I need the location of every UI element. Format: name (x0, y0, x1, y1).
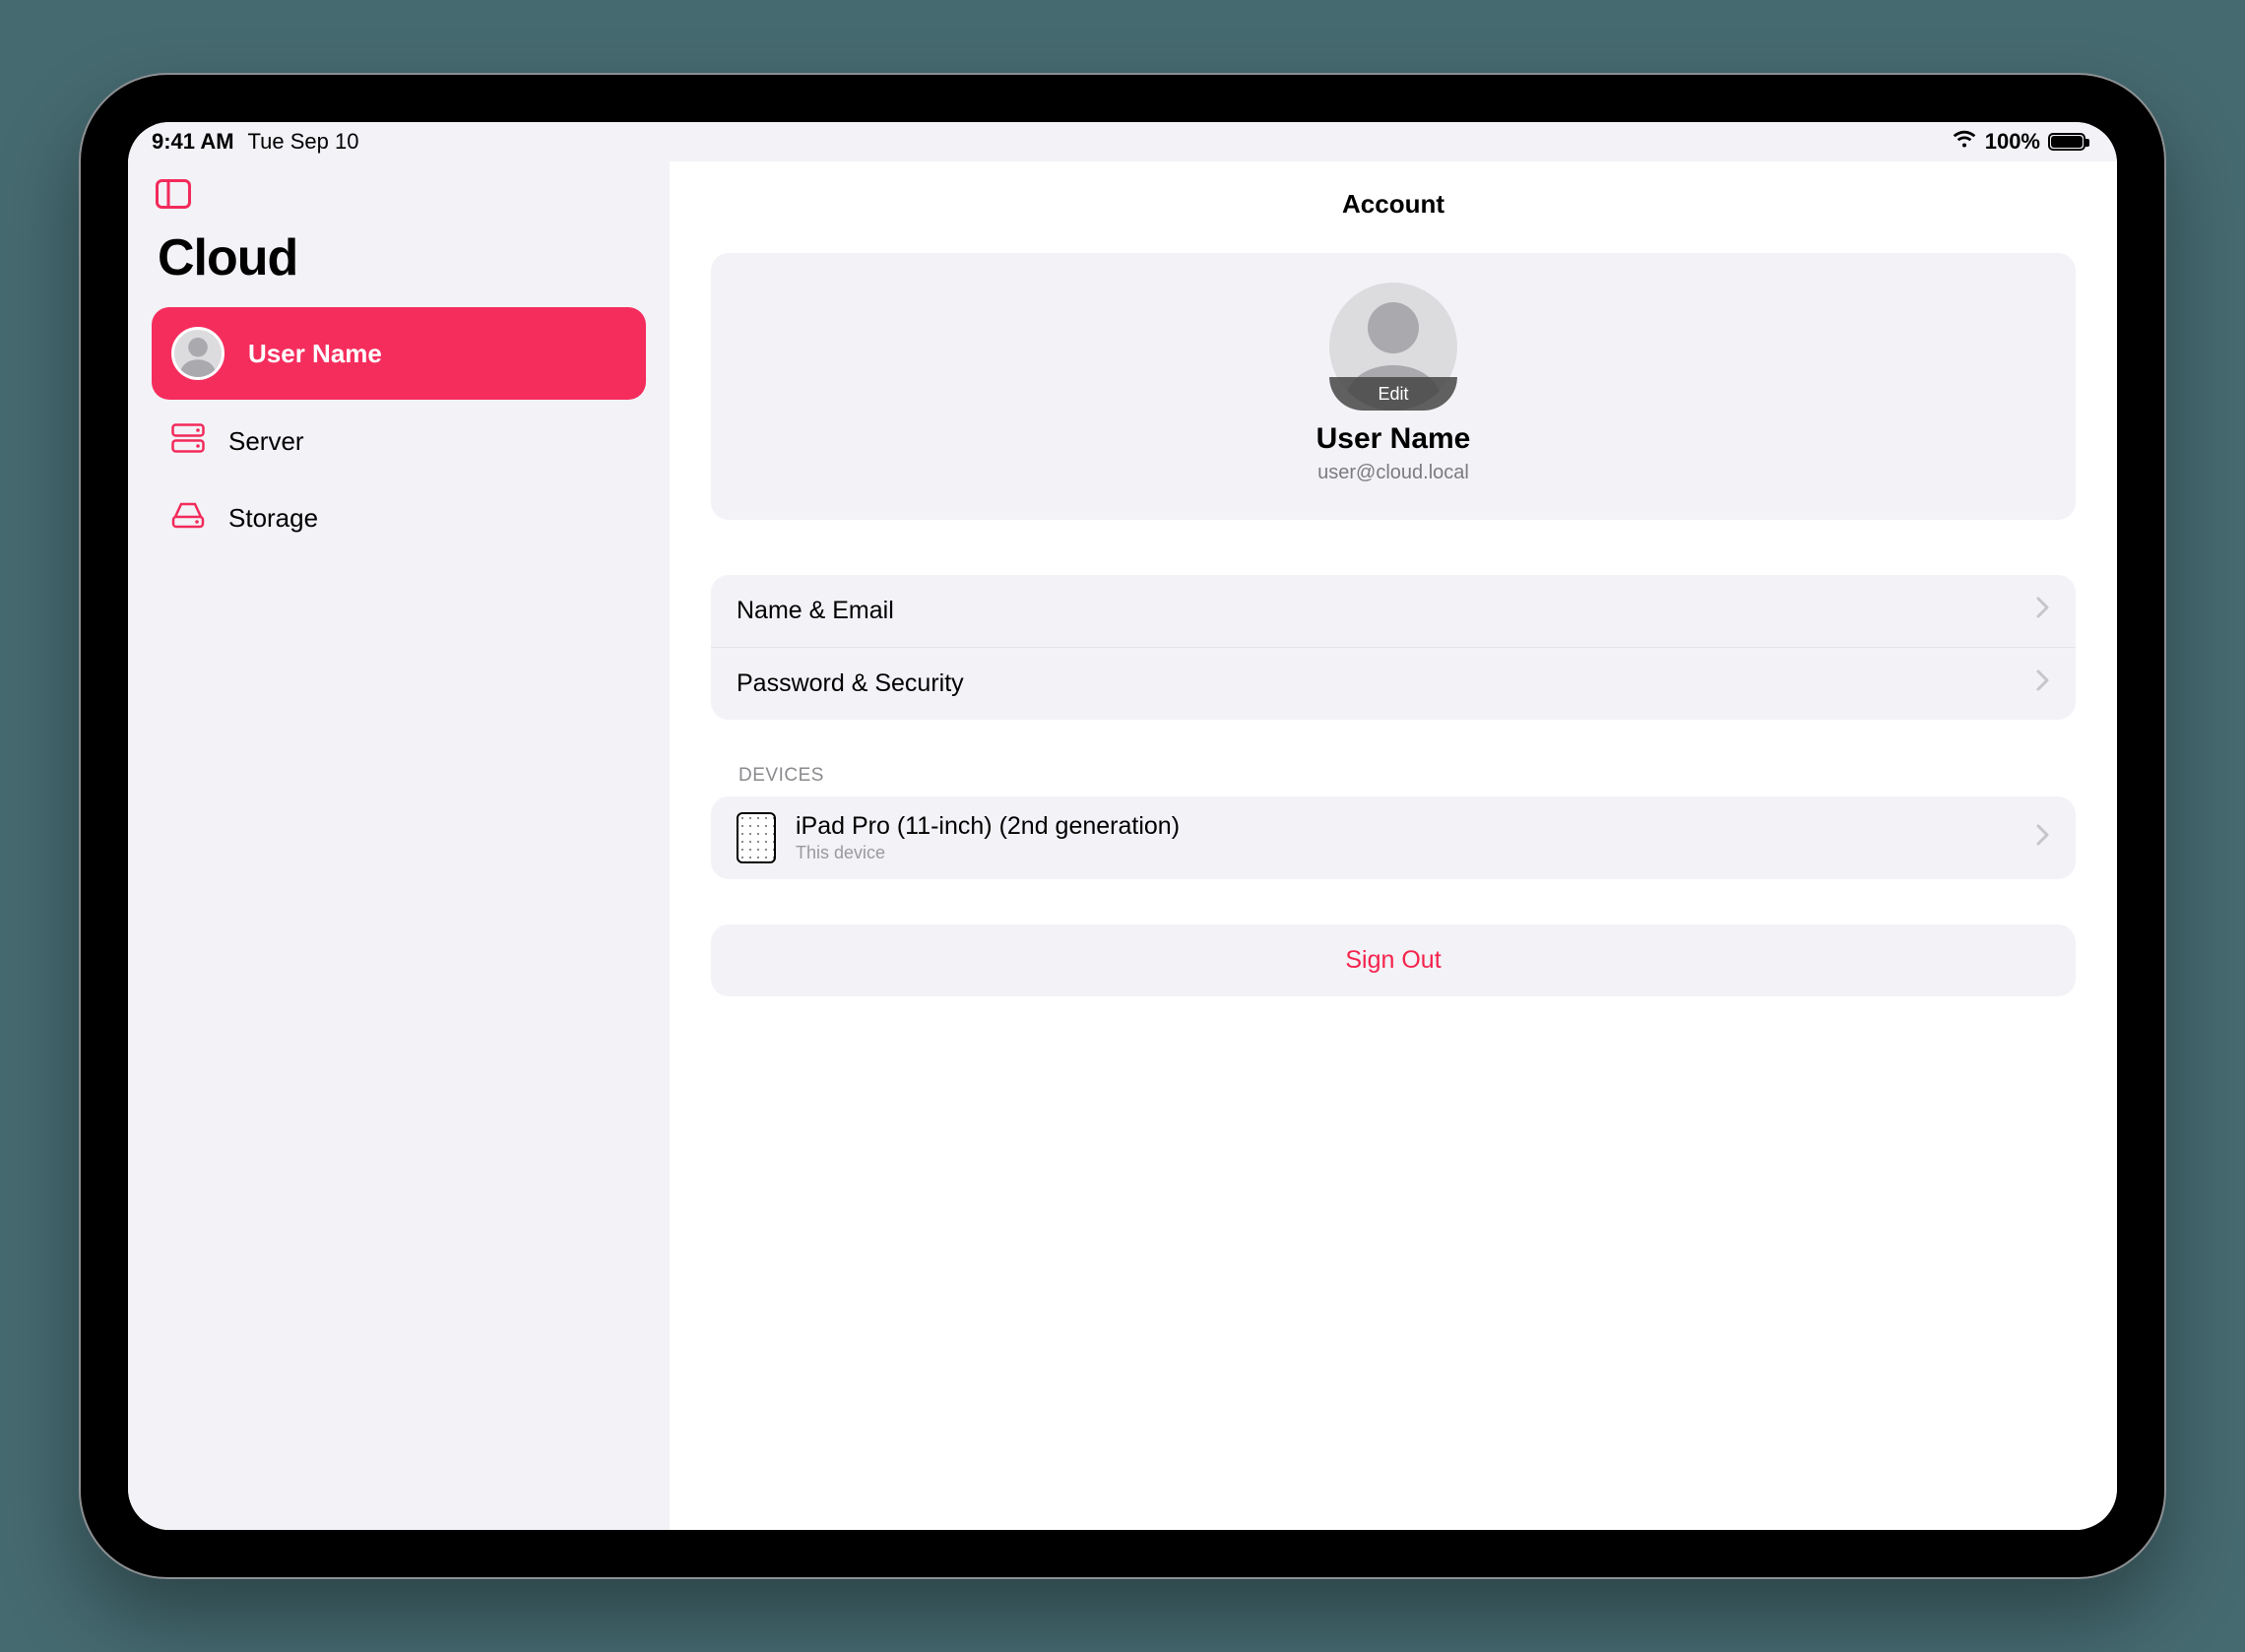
sidebar-title: Cloud (158, 228, 646, 287)
sidebar-item-server[interactable]: Server (152, 406, 646, 477)
row-label: Password & Security (737, 669, 2017, 698)
row-label: Name & Email (737, 597, 2017, 625)
devices-group: DEVICES iPad Pro (11-inch) (2nd generati… (711, 765, 2076, 879)
storage-icon (171, 501, 205, 536)
sidebar-toggle-button[interactable] (156, 179, 191, 209)
sidebar-item-account[interactable]: User Name (152, 307, 646, 400)
page-title: Account (670, 161, 2117, 253)
sidebar-item-storage[interactable]: Storage (152, 483, 646, 553)
profile-email: user@cloud.local (711, 462, 2076, 484)
avatar-edit-label: Edit (1329, 377, 1457, 411)
ipad-frame: 9:41 AM Tue Sep 10 100% Cloud (79, 73, 2166, 1579)
wifi-icon (1952, 129, 1977, 155)
device-name: iPad Pro (11-inch) (2nd generation) (796, 812, 2017, 841)
screen: 9:41 AM Tue Sep 10 100% Cloud (128, 122, 2117, 1530)
row-name-email[interactable]: Name & Email (711, 575, 2076, 648)
avatar-icon (171, 327, 224, 380)
battery-icon (2048, 133, 2085, 151)
chevron-right-icon (2036, 597, 2050, 625)
device-info: iPad Pro (11-inch) (2nd generation) This… (796, 812, 2017, 863)
signout-group: Sign Out (711, 924, 2076, 996)
chevron-right-icon (2036, 824, 2050, 853)
profile-card: Edit User Name user@cloud.local (711, 253, 2076, 520)
account-settings-group: Name & Email Password & Security (711, 575, 2076, 720)
devices-header: DEVICES (738, 765, 2076, 787)
sign-out-button[interactable]: Sign Out (711, 924, 2076, 996)
status-bar: 9:41 AM Tue Sep 10 100% (128, 122, 2117, 161)
chevron-right-icon (2036, 669, 2050, 698)
sidebar-item-label: Server (228, 426, 304, 457)
status-time: 9:41 AM (152, 129, 234, 155)
server-icon (171, 423, 205, 460)
app: Cloud User Name Server (128, 161, 2117, 1530)
device-icon (737, 812, 776, 863)
avatar-edit-button[interactable]: Edit (1329, 283, 1457, 411)
battery-percent: 100% (1985, 129, 2040, 155)
row-device[interactable]: iPad Pro (11-inch) (2nd generation) This… (711, 796, 2076, 879)
sidebar: Cloud User Name Server (128, 161, 670, 1530)
profile-name: User Name (711, 422, 2076, 456)
row-password-security[interactable]: Password & Security (711, 648, 2076, 720)
device-subtitle: This device (796, 843, 2017, 863)
detail-pane: Account Edit User Name user@cloud.local (670, 161, 2117, 1530)
sidebar-item-label: Storage (228, 503, 318, 534)
status-date: Tue Sep 10 (248, 129, 359, 155)
sidebar-item-label: User Name (248, 339, 382, 369)
